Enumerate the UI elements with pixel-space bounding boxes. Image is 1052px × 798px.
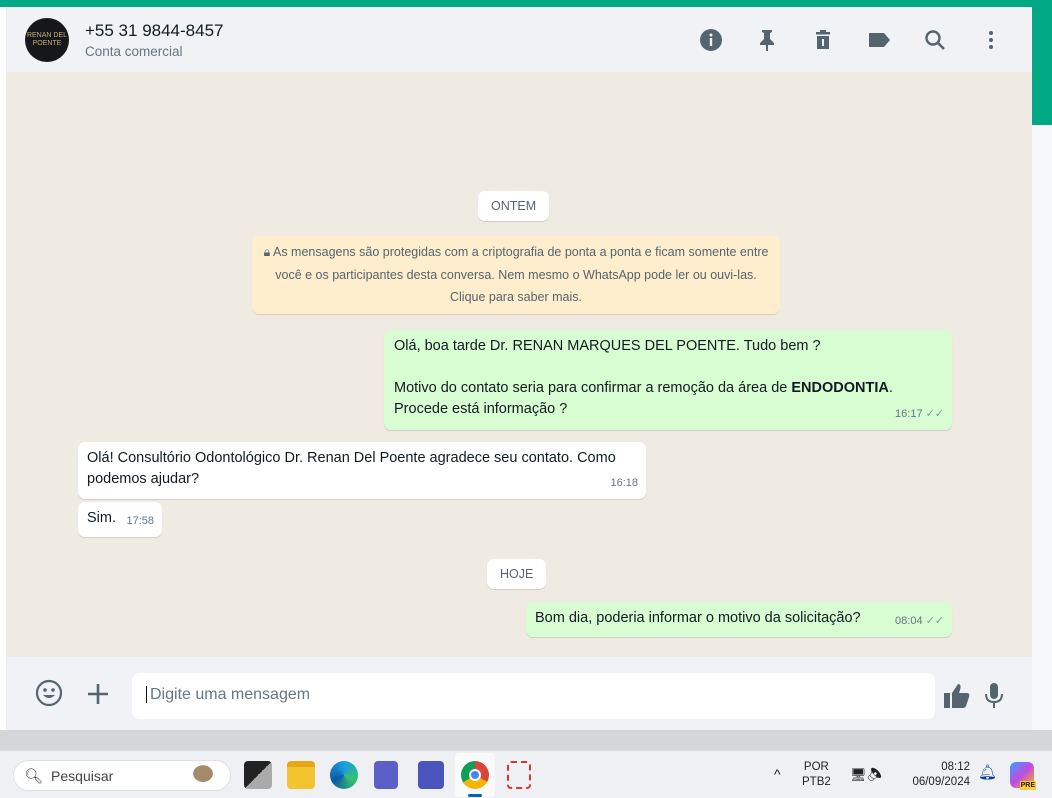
label-icon[interactable] <box>862 25 896 55</box>
active-indicator <box>468 794 482 797</box>
teams-work-icon[interactable] <box>418 761 444 789</box>
file-explorer-icon[interactable] <box>287 761 315 789</box>
read-ticks-icon: ✓✓ <box>925 408 944 420</box>
search-icon[interactable] <box>918 25 952 55</box>
clock[interactable]: 08:12 06/09/2024 <box>906 760 970 790</box>
message-outgoing[interactable]: Olá, boa tarde Dr. RENAN MARQUES DEL POE… <box>384 330 952 430</box>
taskbar-search[interactable]: 🔍︎ Pesquisar <box>13 760 231 791</box>
composer: Digite uma mensagem <box>7 657 1032 730</box>
bird-icon <box>186 763 220 788</box>
search-icon: 🔍︎ <box>24 767 44 785</box>
right-edge <box>1032 125 1052 730</box>
show-hidden-icons[interactable]: ^ <box>774 767 781 782</box>
message-time: 16:18 <box>610 477 638 489</box>
message-time: 17:58 <box>126 515 154 527</box>
encryption-notice[interactable]: 🔒︎ As mensagens são protegidas com a cri… <box>252 236 780 314</box>
emoji-icon[interactable] <box>35 679 63 714</box>
language-indicator[interactable]: POR PTB2 <box>802 760 831 790</box>
avatar-logo-text: RENAN DEL POENTE <box>26 31 68 47</box>
message-outgoing[interactable]: Bom dia, poderia informar o motivo da so… <box>526 602 952 637</box>
task-view-icon[interactable] <box>244 761 272 789</box>
message-time: 16:17 <box>895 408 923 420</box>
chat-header[interactable]: RENAN DEL POENTE +55 31 9844-8457 Conta … <box>7 7 1032 72</box>
whatsapp-window: RENAN DEL POENTE +55 31 9844-8457 Conta … <box>7 7 1032 730</box>
message-text: Bom dia, poderia informar o motivo da so… <box>535 610 861 626</box>
lock-icon: 🔒︎ <box>263 245 273 259</box>
chat-list-edge <box>0 7 7 730</box>
edge-icon[interactable] <box>330 761 358 789</box>
date-divider-yesterday: ONTEM <box>478 191 550 221</box>
read-ticks-icon: ✓✓ <box>925 615 944 627</box>
copilot-icon[interactable]: PRE <box>1010 762 1036 790</box>
message-text: Olá! Consultório Odontológico Dr. Renan … <box>87 450 616 487</box>
right-accent <box>1032 0 1052 125</box>
snipping-tool-icon[interactable] <box>507 761 531 789</box>
desktop-gap <box>0 730 1052 750</box>
attach-plus-icon[interactable] <box>87 681 109 712</box>
message-incoming[interactable]: Sim. 17:58 <box>78 502 162 537</box>
more-icon[interactable] <box>974 25 1008 55</box>
info-icon[interactable] <box>694 25 728 55</box>
message-list[interactable]: ONTEM 🔒︎ As mensagens são protegidas com… <box>7 72 1032 657</box>
message-input[interactable]: Digite uma mensagem <box>132 673 935 719</box>
search-label: Pesquisar <box>51 767 114 784</box>
delete-icon[interactable] <box>806 25 840 55</box>
encryption-text: As mensagens são protegidas com a cripto… <box>273 245 769 304</box>
message-time: 08:04 <box>895 615 923 627</box>
network-volume-icons[interactable]: 🖥︎🔈︎ <box>850 767 883 782</box>
thumbs-up-icon[interactable] <box>943 683 971 716</box>
top-accent-bar <box>0 0 1052 7</box>
message-incoming[interactable]: Olá! Consultório Odontológico Dr. Renan … <box>78 442 646 499</box>
microphone-icon[interactable] <box>984 682 1004 717</box>
message-text: Motivo do contato seria para confirmar a… <box>394 380 893 396</box>
message-text: Olá, boa tarde Dr. RENAN MARQUES DEL POE… <box>394 338 821 354</box>
contact-subtitle: Conta comercial <box>85 43 183 59</box>
pin-icon[interactable] <box>750 25 784 55</box>
chrome-icon[interactable] <box>461 761 489 789</box>
contact-name[interactable]: +55 31 9844-8457 <box>85 21 224 41</box>
avatar[interactable]: RENAN DEL POENTE <box>25 17 69 62</box>
taskbar: 🔍︎ Pesquisar ^ POR PTB2 🖥︎🔈︎ 08:12 06/09/20… <box>0 750 1052 798</box>
date-divider-today: HOJE <box>487 559 547 589</box>
notification-bell-icon[interactable]: 🔔︎ <box>978 765 997 780</box>
teams-icon[interactable] <box>374 761 398 789</box>
message-text: Procede está informação ? <box>394 401 568 417</box>
